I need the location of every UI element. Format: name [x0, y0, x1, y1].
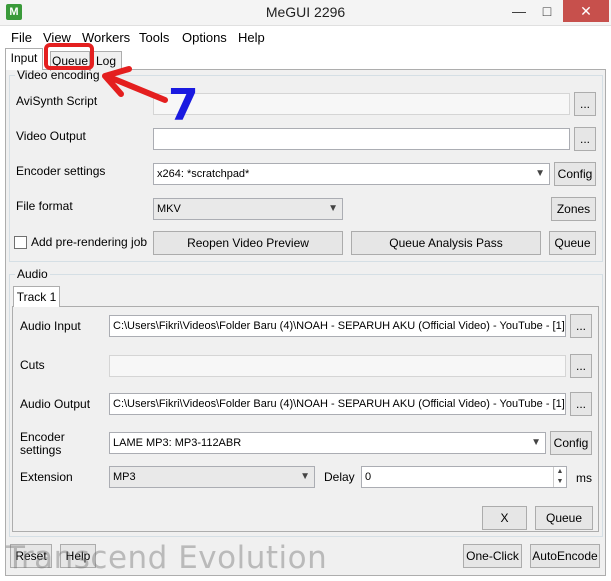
watermark-text: Transcend Evolution	[6, 540, 328, 576]
audio-input-label: Audio Input	[20, 319, 81, 333]
avisynth-input[interactable]	[153, 93, 570, 115]
auto-encode-button[interactable]: AutoEncode	[530, 544, 600, 568]
chevron-down-icon: ▼	[531, 437, 541, 448]
menu-tools[interactable]: Tools	[139, 30, 169, 45]
extension-value: MP3	[113, 471, 136, 483]
audio-encoder-label-2: settings	[20, 443, 62, 457]
step-number: 7	[168, 80, 199, 131]
audio-input-browse-button[interactable]: ...	[570, 314, 592, 338]
reopen-video-preview-button[interactable]: Reopen Video Preview	[153, 231, 343, 255]
cuts-field[interactable]	[109, 355, 566, 377]
audio-encoder-select[interactable]: LAME MP3: MP3-112ABR ▼	[109, 432, 546, 454]
video-queue-button[interactable]: Queue	[549, 231, 596, 255]
queue-analysis-pass-button[interactable]: Queue Analysis Pass	[351, 231, 541, 255]
encoder-settings-label: Encoder settings	[16, 164, 106, 178]
red-arrow-icon	[102, 66, 168, 103]
close-icon[interactable]: ✕	[563, 0, 609, 22]
audio-config-button[interactable]: Config	[550, 431, 592, 455]
video-output-input[interactable]	[153, 128, 570, 150]
video-config-button[interactable]: Config	[554, 162, 596, 186]
add-prerendering-checkbox[interactable]	[14, 236, 27, 249]
audio-queue-button[interactable]: Queue	[535, 506, 593, 530]
audio-encoder-value: LAME MP3: MP3-112ABR	[113, 437, 242, 449]
file-format-select[interactable]: MKV ▼	[153, 198, 343, 220]
audio-output-field[interactable]: C:\Users\Fikri\Videos\Folder Baru (4)\NO…	[109, 393, 566, 415]
video-output-browse-button[interactable]: ...	[574, 127, 596, 151]
audio-track-panel	[12, 306, 599, 532]
spinner-arrows-icon[interactable]: ▲ ▼	[553, 467, 566, 487]
menu-options[interactable]: Options	[182, 30, 227, 45]
avisynth-label: AviSynth Script	[16, 94, 98, 108]
video-encoding-legend: Video encoding	[17, 68, 100, 82]
delay-input[interactable]: 0 ▲ ▼	[361, 466, 567, 488]
file-format-value: MKV	[157, 203, 181, 215]
avisynth-browse-button[interactable]: ...	[574, 92, 596, 116]
cuts-label: Cuts	[20, 358, 45, 372]
zones-button[interactable]: Zones	[551, 197, 596, 221]
add-prerendering-label: Add pre-rendering job	[31, 235, 148, 249]
extension-label: Extension	[20, 470, 73, 484]
audio-output-browse-button[interactable]: ...	[570, 392, 592, 416]
audio-encoder-label-1: Encoder	[20, 430, 65, 444]
file-format-label: File format	[16, 199, 73, 213]
maximize-icon[interactable]: □	[533, 0, 561, 22]
delay-label: Delay	[324, 470, 355, 484]
video-encoder-value: x264: *scratchpad*	[157, 168, 250, 180]
chevron-down-icon: ▼	[300, 471, 310, 482]
menu-file[interactable]: File	[11, 30, 32, 45]
tab-input[interactable]: Input	[5, 48, 43, 70]
delay-value: 0	[365, 471, 372, 483]
video-output-label: Video Output	[16, 129, 86, 143]
tab-track-1[interactable]: Track 1	[13, 286, 60, 307]
audio-legend: Audio	[17, 267, 48, 281]
audio-remove-button[interactable]: X	[482, 506, 527, 530]
video-encoder-select[interactable]: x264: *scratchpad* ▼	[153, 163, 550, 185]
chevron-down-icon: ▼	[535, 168, 545, 179]
one-click-button[interactable]: One-Click	[463, 544, 522, 568]
chevron-down-icon: ▼	[328, 203, 338, 214]
minimize-icon[interactable]: —	[505, 0, 533, 22]
menu-help[interactable]: Help	[238, 30, 265, 45]
audio-input-field[interactable]: C:\Users\Fikri\Videos\Folder Baru (4)\NO…	[109, 315, 566, 337]
extension-select[interactable]: MP3 ▼	[109, 466, 315, 488]
cuts-browse-button[interactable]: ...	[570, 354, 592, 378]
audio-output-label: Audio Output	[20, 397, 91, 411]
ms-label: ms	[576, 471, 592, 485]
highlight-box	[44, 43, 94, 70]
